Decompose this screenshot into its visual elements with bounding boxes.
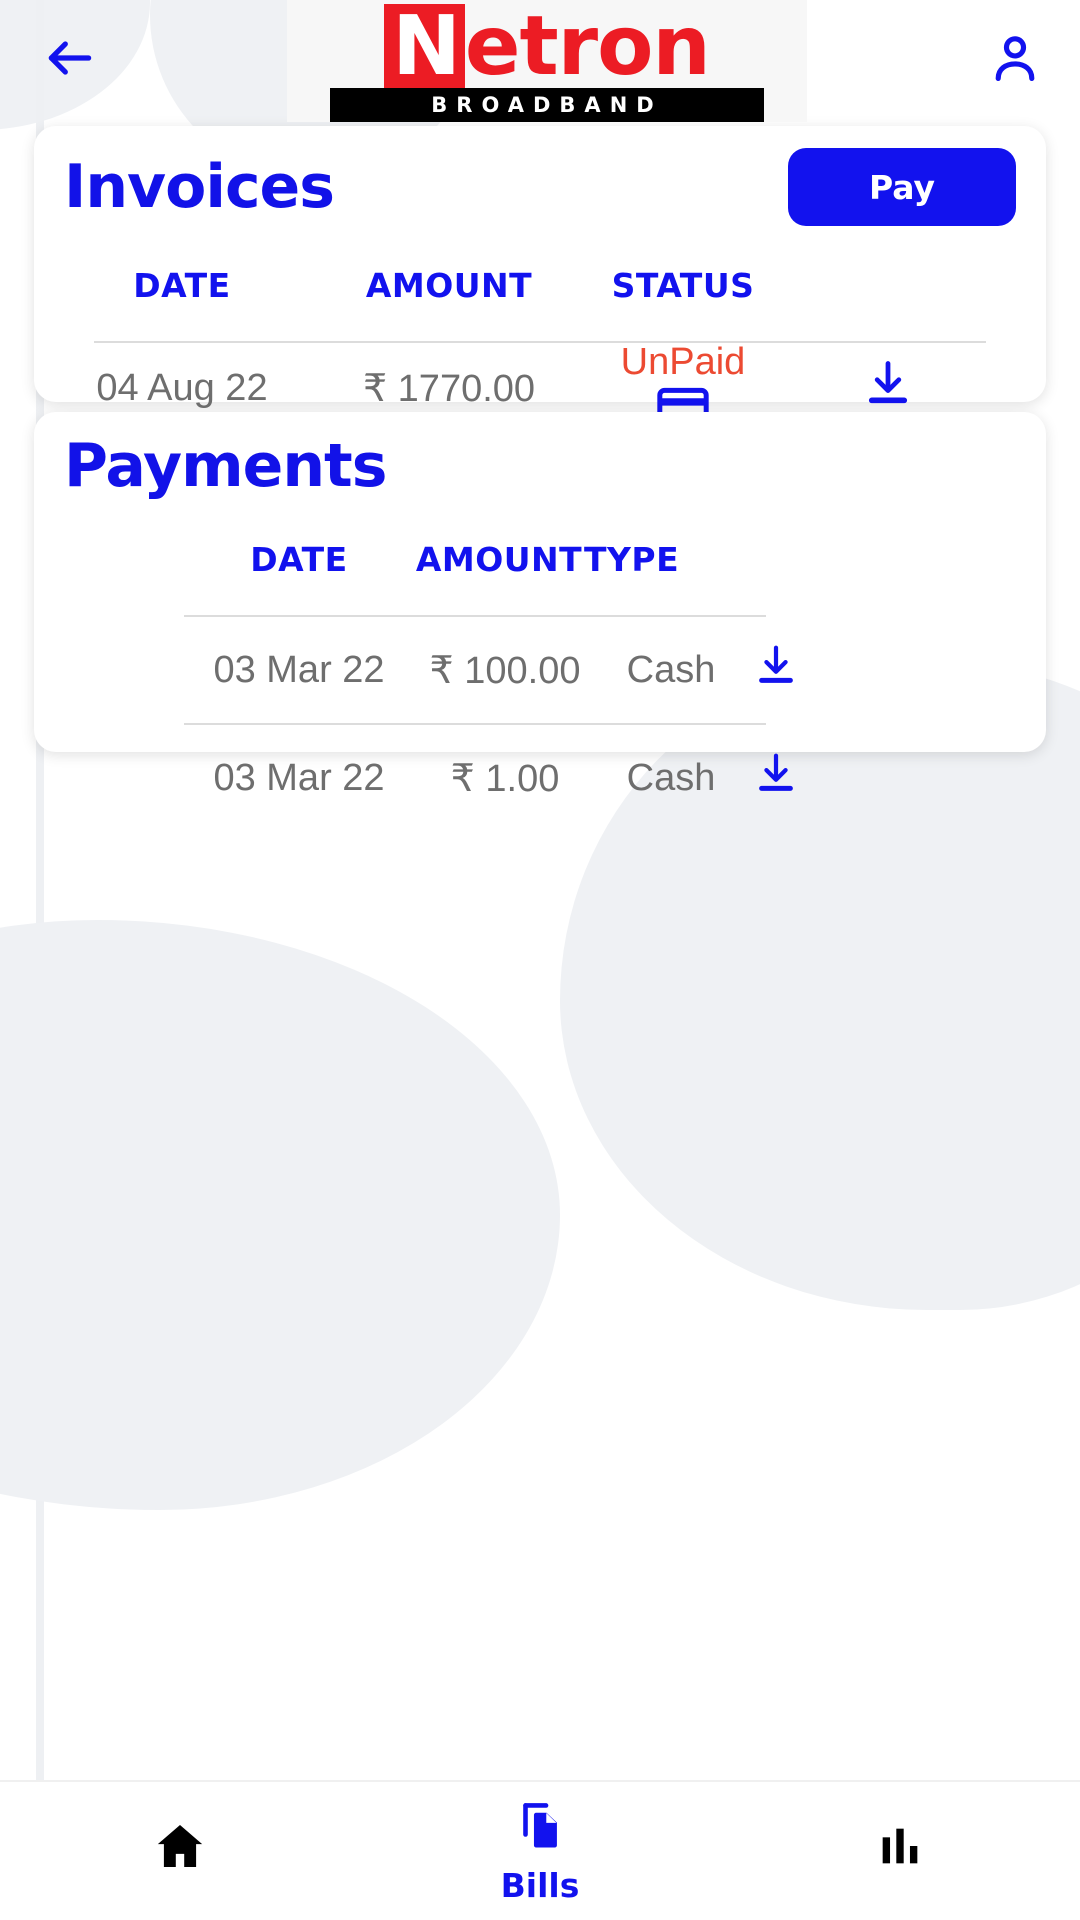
payments-table: DATE AMOUNT TYPE 03 Mar 22 ₹ 100.00 Cash [34, 498, 1046, 831]
invoices-col-amount: AMOUNT [365, 266, 533, 305]
payment-amount: ₹ 1.00 [450, 757, 560, 800]
payments-col-amount: AMOUNT [415, 540, 583, 579]
invoices-col-action [798, 266, 978, 305]
bar-chart-icon [874, 1820, 926, 1877]
invoices-card-header: Invoices Pay [34, 126, 1046, 226]
background-blob-bottom [0, 920, 560, 1510]
bottom-navigation: Bills [0, 1780, 1080, 1920]
nav-label-bills: Bills [500, 1866, 580, 1905]
payment-date: 03 Mar 22 [213, 648, 385, 691]
payments-col-date: DATE [250, 540, 348, 579]
back-button[interactable] [40, 30, 100, 90]
table-row[interactable]: 03 Mar 22 ₹ 100.00 Cash [34, 617, 1046, 723]
invoices-col-status: STATUS [611, 266, 755, 305]
invoices-table-header: DATE AMOUNT STATUS [34, 226, 1046, 305]
download-icon[interactable] [753, 642, 799, 698]
payment-type: Cash [626, 648, 716, 691]
table-row[interactable]: 03 Mar 22 ₹ 1.00 Cash [34, 725, 1046, 831]
logo-wordmark: etron [464, 0, 711, 94]
invoices-col-date: DATE [133, 266, 231, 305]
person-icon [984, 28, 1046, 95]
invoice-date: 04 Aug 22 [96, 366, 268, 409]
payments-card-header: Payments [34, 412, 1046, 498]
download-icon[interactable] [862, 357, 914, 419]
invoice-download-cell [798, 357, 978, 419]
home-icon [152, 1818, 208, 1879]
pay-button[interactable]: Pay [788, 148, 1016, 226]
payments-col-type: TYPE [584, 540, 680, 579]
profile-button[interactable] [980, 26, 1050, 96]
payment-date: 03 Mar 22 [213, 756, 385, 799]
nav-item-home[interactable] [0, 1818, 360, 1885]
nav-item-bills[interactable]: Bills [360, 1797, 720, 1905]
payment-amount: ₹ 100.00 [429, 649, 581, 692]
invoices-title: Invoices [64, 152, 335, 222]
invoices-table: DATE AMOUNT STATUS 04 Aug 22 ₹ 1770.00 U… [34, 226, 1046, 433]
app-root: N etron BROADBAND Invoices Pay DATE AMOU… [0, 0, 1080, 1920]
invoices-card: Invoices Pay DATE AMOUNT STATUS 04 Aug 2… [34, 126, 1046, 425]
arrow-left-icon [42, 30, 98, 91]
app-header: N etron BROADBAND [0, 0, 1080, 122]
nav-item-usage[interactable] [720, 1820, 1080, 1883]
payments-title: Payments [64, 431, 387, 501]
payments-rows: 03 Mar 22 ₹ 100.00 Cash 03 Mar 22 ₹ 1.00… [34, 617, 1046, 831]
brand-logo: N etron BROADBAND [287, 0, 807, 122]
download-icon[interactable] [753, 750, 799, 806]
status-badge: UnPaid [620, 341, 746, 383]
payments-card: Payments DATE AMOUNT TYPE 03 Mar 22 ₹ 10… [34, 412, 1046, 800]
payment-type: Cash [626, 756, 716, 799]
bills-document-icon [511, 1797, 569, 1860]
payment-download-cell [746, 750, 806, 806]
payments-table-header: DATE AMOUNT TYPE [34, 498, 1046, 579]
logo-initial: N [384, 4, 465, 90]
logo-tagline: BROADBAND [330, 88, 764, 122]
invoice-amount: ₹ 1770.00 [362, 367, 536, 410]
payment-download-cell [746, 642, 806, 698]
